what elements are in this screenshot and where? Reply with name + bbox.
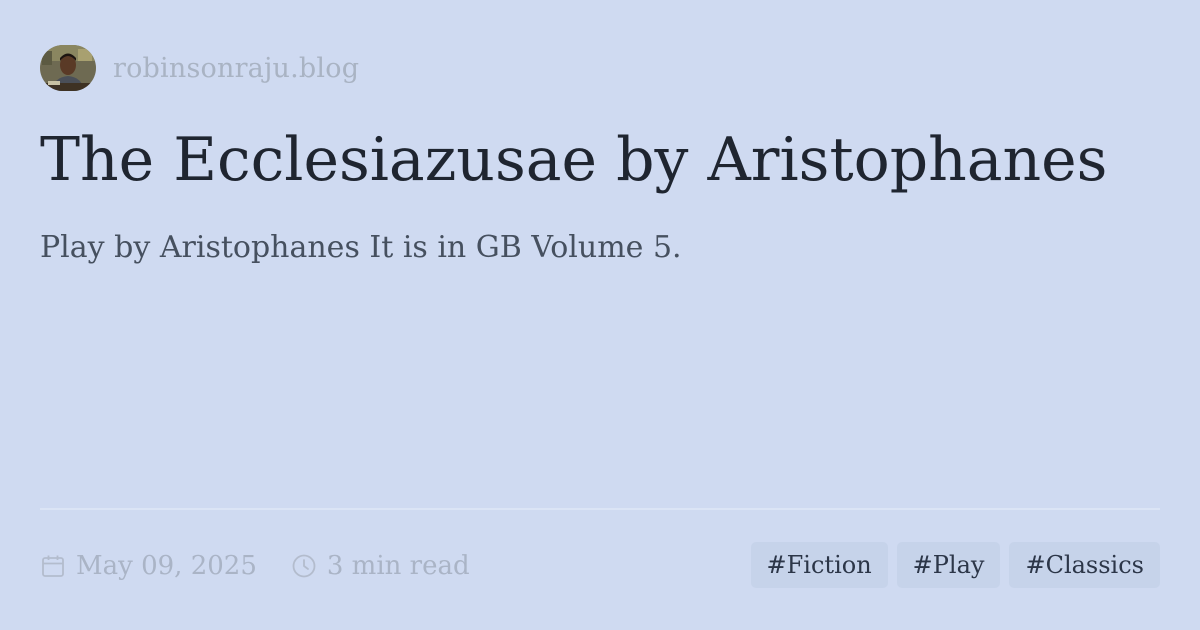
post-date: May 09, 2025 (40, 551, 257, 581)
post-meta: May 09, 2025 3 min read (40, 546, 470, 586)
post-title: The Ecclesiazusae by Aristophanes (40, 125, 1108, 195)
read-time: 3 min read (291, 551, 470, 581)
site-header: robinsonraju.blog (40, 45, 359, 91)
tag-classics[interactable]: #Classics (1009, 542, 1160, 588)
tag-fiction[interactable]: #Fiction (750, 542, 888, 588)
calendar-icon (42, 555, 64, 577)
og-card: robinsonraju.blog The Ecclesiazusae by A… (0, 0, 1200, 630)
read-time-text: 3 min read (326, 551, 470, 581)
tag-list: #Fiction #Play #Classics (750, 542, 1160, 588)
author-avatar (40, 45, 96, 91)
tag-play[interactable]: #Play (896, 542, 1001, 588)
post-date-text: May 09, 2025 (76, 551, 257, 581)
post-description: Play by Aristophanes It is in GB Volume … (40, 230, 682, 265)
divider (40, 508, 1160, 510)
site-name[interactable]: robinsonraju.blog (113, 53, 359, 84)
clock-icon (292, 554, 316, 578)
